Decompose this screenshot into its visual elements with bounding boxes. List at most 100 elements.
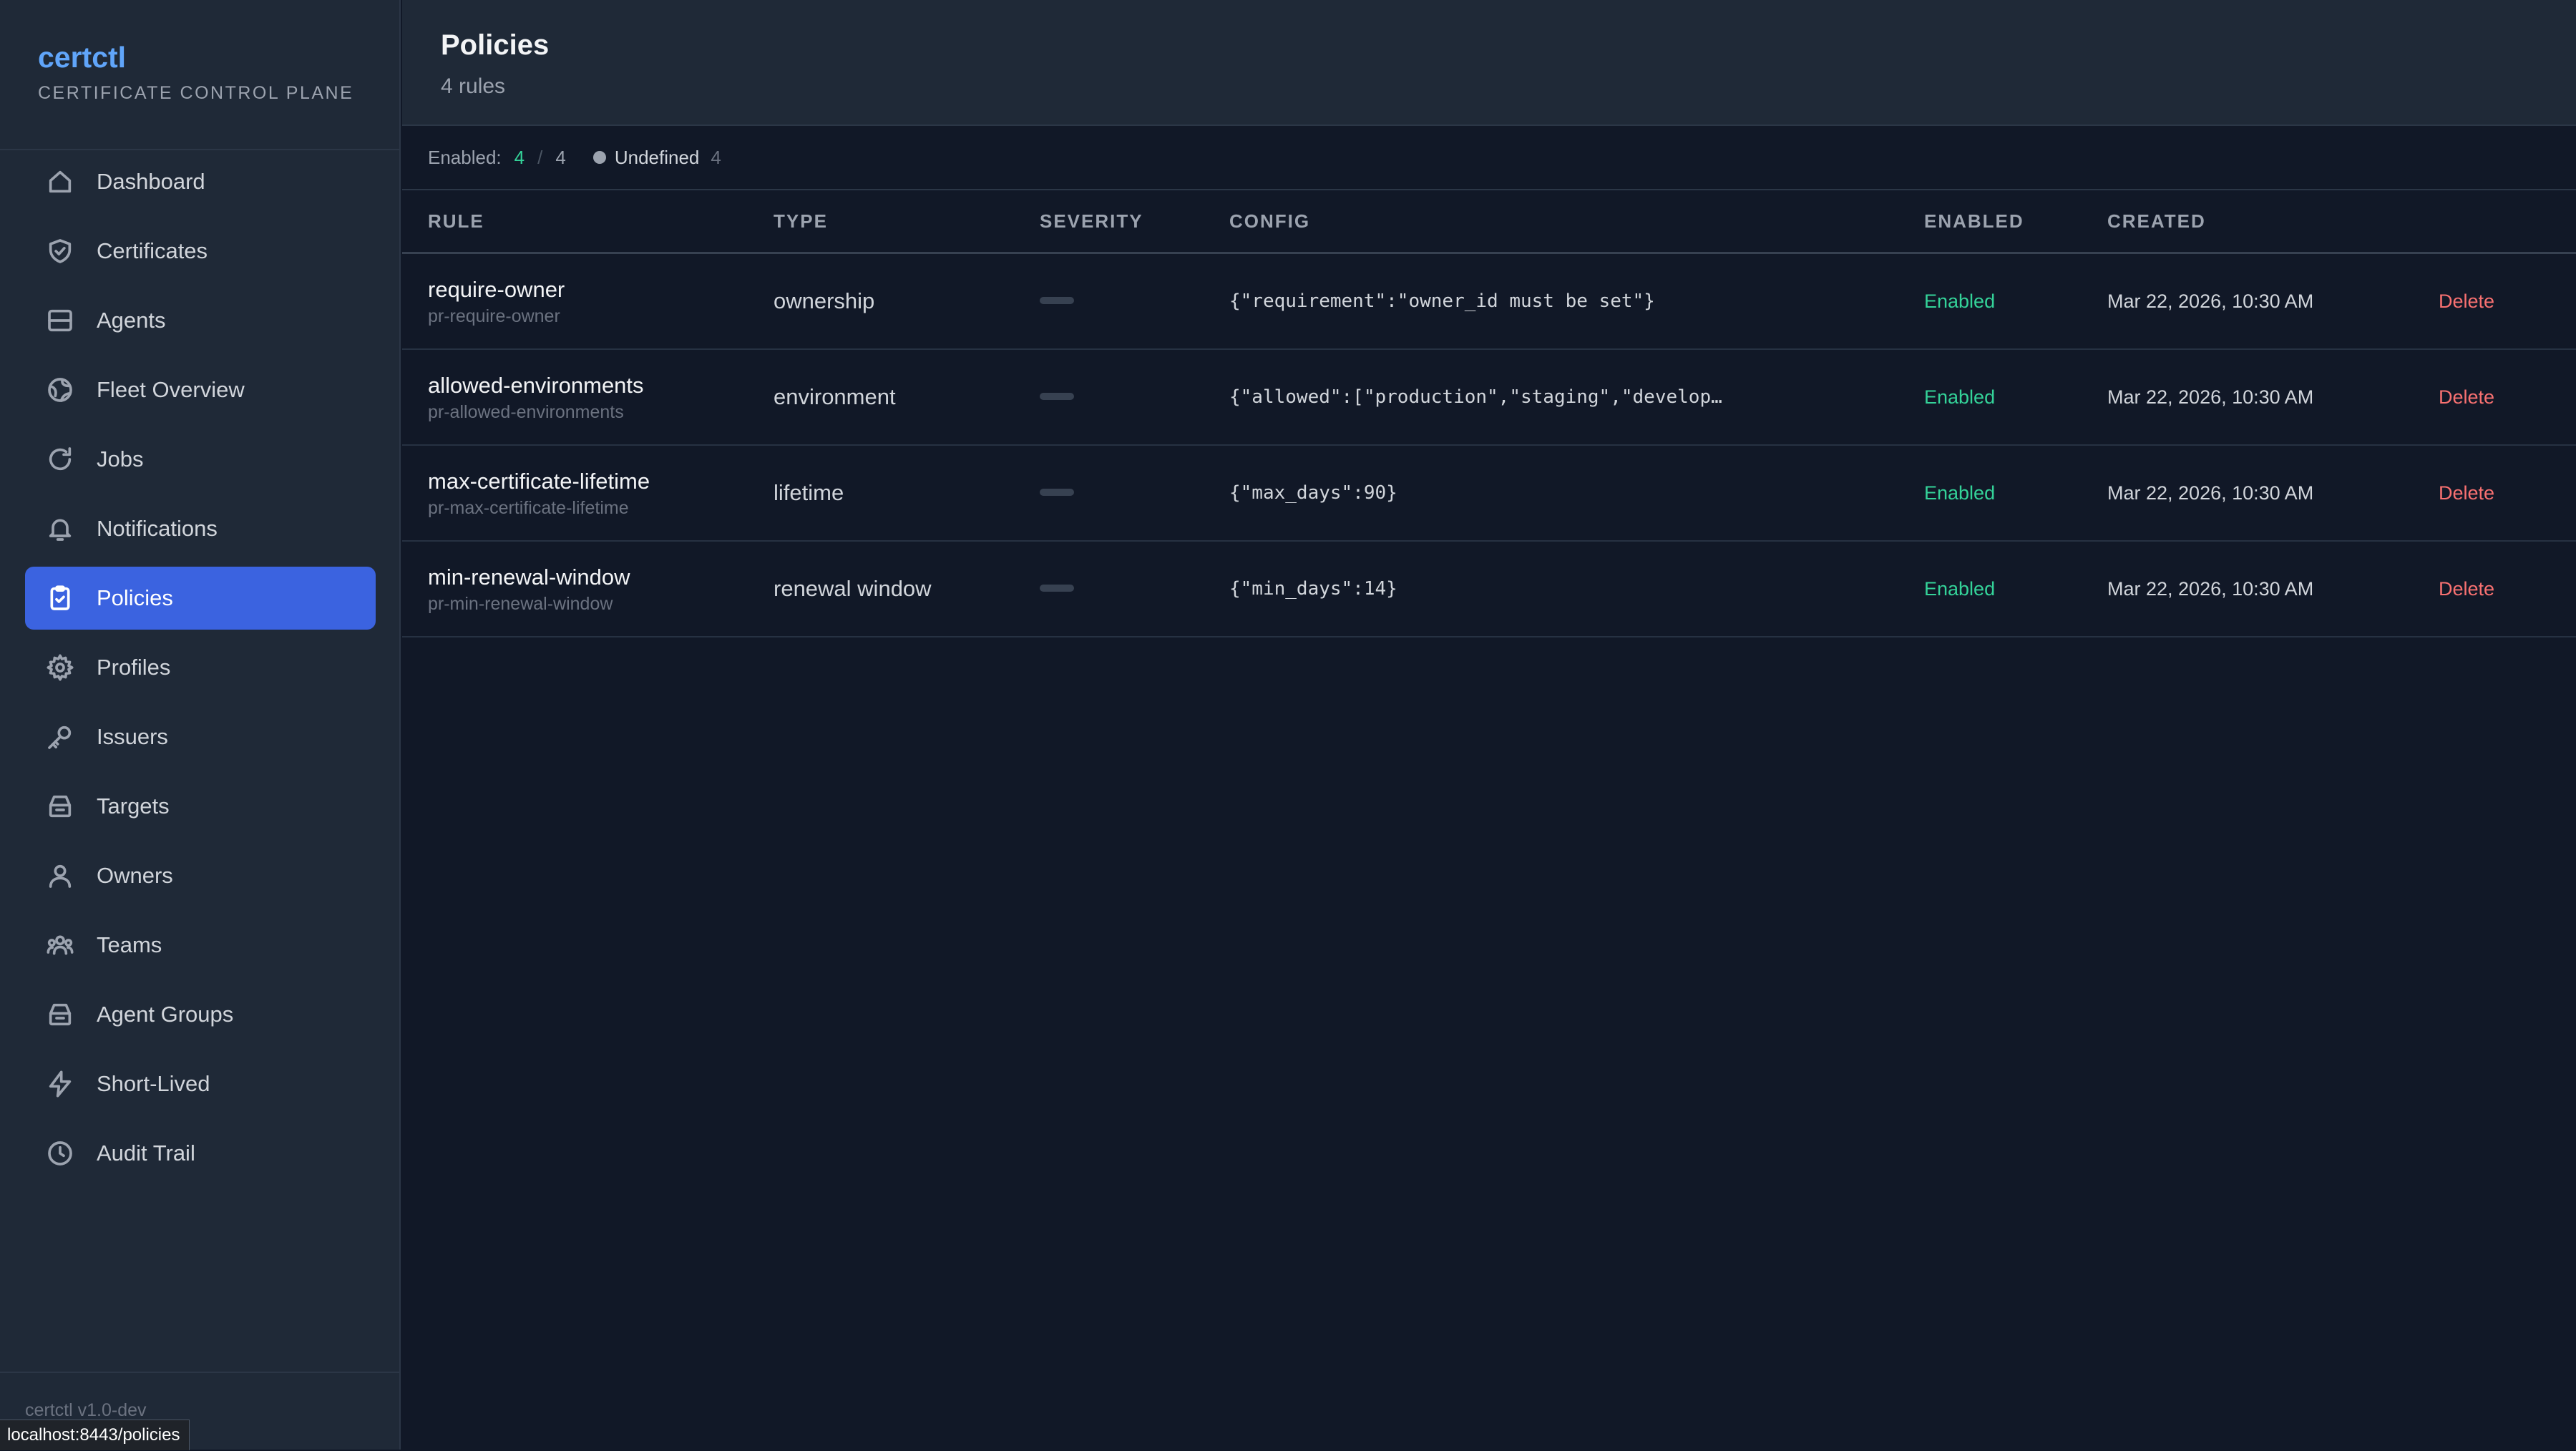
stack-icon [45, 791, 75, 821]
config-cell: {"allowed":["production","staging","deve… [1229, 349, 1924, 446]
delete-button[interactable]: Delete [2439, 290, 2494, 312]
created-timestamp: Mar 22, 2026, 10:30 AM [2107, 349, 2439, 446]
count-separator: / [537, 146, 543, 168]
enabled-status[interactable]: Enabled [1924, 349, 2107, 446]
stack-icon [45, 1000, 75, 1030]
sidebar-item-fleet-overview[interactable]: Fleet Overview [25, 358, 376, 421]
refresh-icon [45, 444, 75, 474]
main-content: Policies 4 rules Enabled: 4 / 4 Undefine… [402, 0, 2576, 1450]
sidebar-item-agents[interactable]: Agents [25, 289, 376, 352]
table-row[interactable]: min-renewal-window pr-min-renewal-window r… [402, 541, 2576, 637]
severity-badge [1040, 393, 1074, 400]
sidebar-item-label: Agents [97, 308, 166, 333]
actions-cell: Delete [2439, 253, 2576, 350]
severity-badge [1040, 297, 1074, 304]
severity-cell [1040, 349, 1229, 446]
rule-id: pr-min-renewal-window [428, 593, 613, 614]
rule-config: {"requirement":"owner_id must be set"} [1229, 290, 1655, 312]
rule-name[interactable]: max-certificate-lifetime [428, 468, 774, 495]
rule-name[interactable]: min-renewal-window [428, 564, 774, 591]
rule-name[interactable]: require-owner [428, 276, 774, 303]
rule-id: pr-require-owner [428, 306, 560, 326]
sidebar-item-targets[interactable]: Targets [25, 775, 376, 838]
shield-check-icon [45, 236, 75, 266]
sidebar-item-label: Dashboard [97, 169, 205, 194]
globe-icon [45, 375, 75, 405]
gear-icon [45, 653, 75, 683]
column-header-rule[interactable]: RULE [402, 190, 774, 254]
severity-legend-label[interactable]: Undefined [615, 147, 700, 169]
sidebar-item-certificates[interactable]: Certificates [25, 220, 376, 283]
table-row[interactable]: allowed-environments pr-allowed-environme… [402, 349, 2576, 446]
rule-type: renewal window [774, 541, 1040, 637]
sidebar-item-label: Audit Trail [97, 1140, 195, 1166]
rule-cell: max-certificate-lifetime pr-max-certifica… [402, 445, 774, 542]
summary-bar: Enabled: 4 / 4 Undefined 4 [402, 126, 2576, 190]
created-timestamp: Mar 22, 2026, 10:30 AM [2107, 445, 2439, 542]
delete-button[interactable]: Delete [2439, 482, 2494, 504]
sidebar-item-short-lived[interactable]: Short-Lived [25, 1052, 376, 1115]
sidebar-item-label: Fleet Overview [97, 377, 245, 402]
rule-type: lifetime [774, 445, 1040, 542]
table-row[interactable]: require-owner pr-require-owner ownership {"… [402, 253, 2576, 350]
sidebar-item-teams[interactable]: Teams [25, 914, 376, 977]
column-header-enabled[interactable]: ENABLED [1924, 190, 2107, 254]
actions-cell: Delete [2439, 349, 2576, 446]
rule-name[interactable]: allowed-environments [428, 372, 774, 399]
severity-cell [1040, 541, 1229, 637]
policies-table: RULE TYPE SEVERITY CONFIG ENABLED CREATE… [402, 190, 2576, 637]
column-header-actions [2439, 190, 2576, 254]
home-icon [45, 167, 75, 197]
created-timestamp: Mar 22, 2026, 10:30 AM [2107, 541, 2439, 637]
rule-cell: require-owner pr-require-owner [402, 253, 774, 350]
app-version: certctl v1.0-dev [25, 1400, 147, 1420]
page-header: Policies 4 rules [402, 0, 2576, 126]
sidebar-item-jobs[interactable]: Jobs [25, 428, 376, 491]
sidebar-item-label: Agent Groups [97, 1002, 234, 1027]
severity-legend-count: 4 [711, 146, 721, 168]
sidebar-item-agent-groups[interactable]: Agent Groups [25, 983, 376, 1046]
rule-config: {"allowed":["production","staging","deve… [1229, 386, 1722, 408]
rule-id: pr-allowed-environments [428, 401, 624, 422]
severity-badge [1040, 585, 1074, 592]
column-header-type[interactable]: TYPE [774, 190, 1040, 254]
sidebar-item-label: Policies [97, 585, 173, 610]
sidebar-item-notifications[interactable]: Notifications [25, 497, 376, 560]
brand: certctl CERTIFICATE CONTROL PLANE [0, 0, 399, 150]
app-logo-text[interactable]: certctl [38, 37, 399, 77]
column-header-created[interactable]: CREATED [2107, 190, 2439, 254]
enabled-status[interactable]: Enabled [1924, 541, 2107, 637]
rule-id: pr-max-certificate-lifetime [428, 497, 629, 518]
severity-cell [1040, 445, 1229, 542]
total-count: 4 [555, 146, 566, 168]
bell-icon [45, 514, 75, 544]
config-cell: {"max_days":90} [1229, 445, 1924, 542]
key-icon [45, 722, 75, 752]
column-header-severity[interactable]: SEVERITY [1040, 190, 1229, 254]
sidebar-item-audit-trail[interactable]: Audit Trail [25, 1122, 376, 1185]
delete-button[interactable]: Delete [2439, 578, 2494, 600]
actions-cell: Delete [2439, 445, 2576, 542]
sidebar-item-profiles[interactable]: Profiles [25, 636, 376, 699]
sidebar-item-label: Jobs [97, 446, 144, 472]
severity-cell [1040, 253, 1229, 350]
sidebar-item-label: Issuers [97, 724, 168, 749]
table-header-row: RULE TYPE SEVERITY CONFIG ENABLED CREATE… [402, 190, 2576, 254]
sidebar-item-policies[interactable]: Policies [25, 567, 376, 630]
delete-button[interactable]: Delete [2439, 386, 2494, 408]
rule-config: {"max_days":90} [1229, 482, 1397, 504]
enabled-label: Enabled: [428, 146, 502, 168]
enabled-status[interactable]: Enabled [1924, 445, 2107, 542]
enabled-status[interactable]: Enabled [1924, 253, 2107, 350]
sidebar-item-dashboard[interactable]: Dashboard [25, 150, 376, 213]
config-cell: {"min_days":14} [1229, 541, 1924, 637]
rule-cell: allowed-environments pr-allowed-environme… [402, 349, 774, 446]
table-row[interactable]: max-certificate-lifetime pr-max-certifica… [402, 445, 2576, 542]
column-header-config[interactable]: CONFIG [1229, 190, 1924, 254]
sidebar-item-issuers[interactable]: Issuers [25, 705, 376, 768]
sidebar-item-label: Targets [97, 793, 170, 819]
bolt-icon [45, 1069, 75, 1099]
user-icon [45, 861, 75, 891]
rule-cell: min-renewal-window pr-min-renewal-window [402, 541, 774, 637]
sidebar-item-owners[interactable]: Owners [25, 844, 376, 907]
